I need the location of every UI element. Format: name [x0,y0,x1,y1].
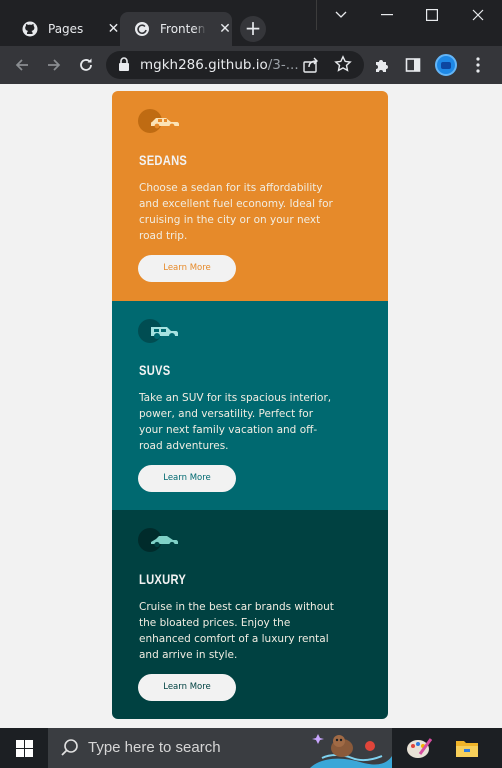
paint-app-button[interactable] [402,732,436,764]
card-description: Cruise in the best car brands without th… [139,601,334,661]
arrow-left-icon [15,59,28,71]
card-heading: LUXURY [139,571,187,587]
url-text: mgkh286.github.io/3-... [140,57,299,73]
extensions-button[interactable] [372,55,392,75]
folder-icon [456,741,478,757]
luxury-car-icon [138,526,182,554]
windows-logo-icon [15,739,33,757]
loading-icon [134,21,150,37]
close-tab-icon[interactable]: ✕ [218,21,232,37]
browser-tab-bar: Pages ✕ Frontend ✕ + [0,0,502,46]
kebab-menu-icon [476,57,480,73]
tab-search-button[interactable] [316,0,364,30]
paint-palette-icon [407,738,432,758]
reload-icon [80,58,92,71]
side-panel-button[interactable] [403,55,423,75]
url-path: /3-... [267,57,299,73]
bookmark-star-icon[interactable] [334,55,352,77]
forward-button[interactable] [44,55,64,75]
github-icon [22,21,38,37]
page-viewport: SEDANS Choose a sedan for its affordabil… [0,84,502,728]
maximize-icon [426,9,438,21]
card-description: Choose a sedan for its affordability and… [139,182,333,242]
menu-button[interactable] [468,55,488,75]
profile-avatar[interactable] [435,54,457,76]
learn-more-button[interactable]: Learn More [138,255,236,282]
tab-title: Frontend [160,22,206,36]
side-panel-icon [405,58,421,72]
tab-title: Pages [48,22,84,36]
card-heading: SUVS [139,362,171,378]
luxury-card: LUXURY Cruise in the best car brands wit… [112,510,388,719]
lock-icon [118,57,130,76]
file-explorer-button[interactable] [450,732,484,764]
search-icon [60,738,80,762]
taskbar-search-box[interactable]: Type here to search [48,728,392,768]
minimize-button[interactable] [364,0,410,30]
close-icon [472,9,484,21]
start-button[interactable] [0,728,48,768]
chevron-down-icon [335,11,346,18]
puzzle-icon [376,60,388,72]
search-highlight-illustration [310,728,392,768]
card-description: Take an SUV for its spacious interior, p… [139,392,332,452]
share-icon[interactable] [302,56,320,78]
suvs-card: SUVS Take an SUV for its spacious interi… [112,301,388,511]
new-tab-button[interactable]: + [240,16,266,42]
browser-toolbar: mgkh286.github.io/3-... [0,46,502,84]
search-placeholder: Type here to search [88,739,221,756]
tab-pages[interactable]: Pages ✕ [8,12,120,46]
url-host: mgkh286.github.io [140,57,268,73]
windows-taskbar: Type here to search [0,728,502,768]
tab-frontend[interactable]: Frontend ✕ [120,12,232,46]
close-window-button[interactable] [455,0,501,30]
maximize-button[interactable] [409,0,455,30]
close-tab-icon[interactable]: ✕ [107,21,120,37]
learn-more-button[interactable]: Learn More [138,465,236,492]
arrow-right-icon [48,59,61,71]
minimize-icon [381,14,393,16]
reload-button[interactable] [76,55,96,75]
address-bar[interactable]: mgkh286.github.io/3-... [106,51,364,79]
card-heading: SEDANS [139,152,188,168]
suv-icon [138,317,182,345]
sedans-card: SEDANS Choose a sedan for its affordabil… [112,91,388,301]
sedan-icon [138,107,182,135]
back-button[interactable] [12,55,32,75]
learn-more-button[interactable]: Learn More [138,674,236,701]
